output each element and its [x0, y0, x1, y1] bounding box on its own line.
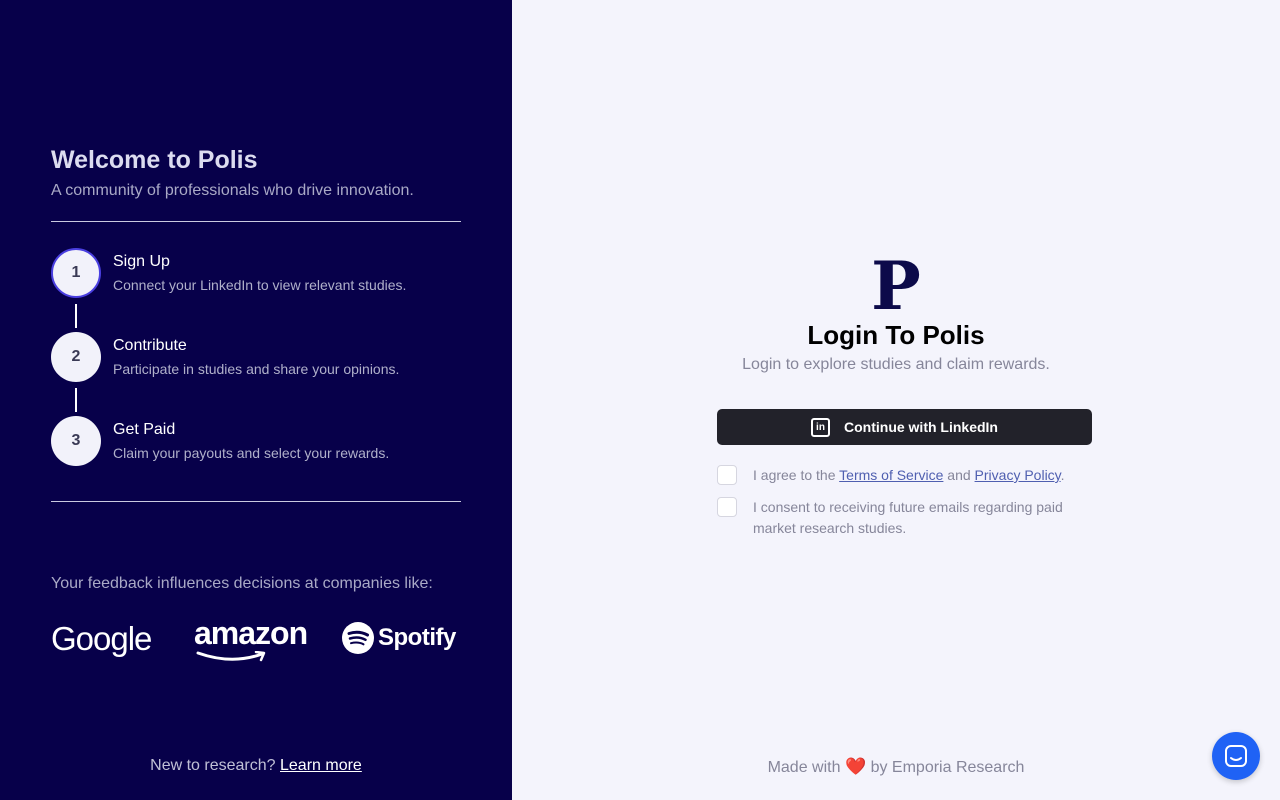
- chat-launcher-button[interactable]: [1212, 732, 1260, 780]
- amazon-logo: amazon: [194, 615, 308, 668]
- step-1-description: Connect your LinkedIn to view relevant s…: [113, 277, 407, 293]
- left-panel: Welcome to Polis A community of professi…: [0, 0, 512, 800]
- login-title: Login To Polis: [807, 320, 985, 350]
- feedback-text: Your feedback influences decisions at co…: [51, 575, 433, 592]
- privacy-policy-link[interactable]: Privacy Policy: [975, 467, 1061, 483]
- made-with-suffix: by Emporia Research: [870, 759, 1025, 776]
- made-with-prefix: Made with: [767, 759, 841, 776]
- step-3-description: Claim your payouts and select your rewar…: [113, 445, 390, 461]
- step-3-title: Get Paid: [113, 421, 176, 438]
- email-consent-label: I consent to receiving future emails reg…: [753, 499, 1063, 536]
- terms-label: I agree to the Terms of Service and Priv…: [753, 465, 1065, 486]
- step-1-title: Sign Up: [113, 253, 170, 270]
- amazon-logo-text: amazon: [194, 615, 308, 651]
- made-with-footer: Made with ❤️ by Emporia Research: [512, 757, 1280, 777]
- polis-logo: P: [871, 247, 921, 325]
- spotify-logo: Spotify: [342, 622, 456, 654]
- email-consent-row: I consent to receiving future emails reg…: [717, 497, 1097, 539]
- step-2-title: Contribute: [113, 337, 187, 354]
- heart-icon: ❤️: [844, 757, 867, 776]
- terms-prefix: I agree to the: [753, 467, 836, 483]
- welcome-subtitle: A community of professionals who drive i…: [51, 182, 414, 199]
- terms-suffix: .: [1060, 467, 1065, 483]
- login-subtitle: Login to explore studies and claim rewar…: [742, 356, 1050, 373]
- new-to-research: New to research? Learn more: [0, 757, 512, 775]
- login-panel: P Login To Polis Login to explore studie…: [512, 0, 1280, 800]
- spotify-icon: [342, 622, 374, 654]
- top-divider: [51, 221, 461, 222]
- linkedin-button-label: Continue with LinkedIn: [844, 419, 998, 435]
- step-connector: [75, 304, 77, 328]
- email-consent-checkbox[interactable]: [717, 497, 737, 517]
- new-to-research-text: New to research?: [150, 757, 276, 774]
- step-3-number: 3: [51, 416, 101, 466]
- google-logo: Google: [51, 620, 152, 657]
- terms-and: and: [947, 467, 971, 483]
- welcome-title: Welcome to Polis: [51, 146, 258, 174]
- terms-agreement-row: I agree to the Terms of Service and Priv…: [717, 465, 1097, 486]
- learn-more-link[interactable]: Learn more: [280, 757, 362, 774]
- step-2-description: Participate in studies and share your op…: [113, 361, 400, 377]
- linkedin-icon: in: [811, 417, 830, 437]
- step-1-number: 1: [51, 248, 101, 298]
- amazon-smile-icon: [196, 650, 266, 662]
- terms-of-service-link[interactable]: Terms of Service: [839, 467, 943, 483]
- continue-with-linkedin-button[interactable]: in Continue with LinkedIn: [717, 409, 1092, 445]
- spotify-logo-text: Spotify: [378, 624, 456, 651]
- step-connector: [75, 388, 77, 412]
- bottom-divider: [51, 501, 461, 502]
- terms-checkbox[interactable]: [717, 465, 737, 485]
- chat-icon: [1225, 745, 1247, 767]
- step-2-number: 2: [51, 332, 101, 382]
